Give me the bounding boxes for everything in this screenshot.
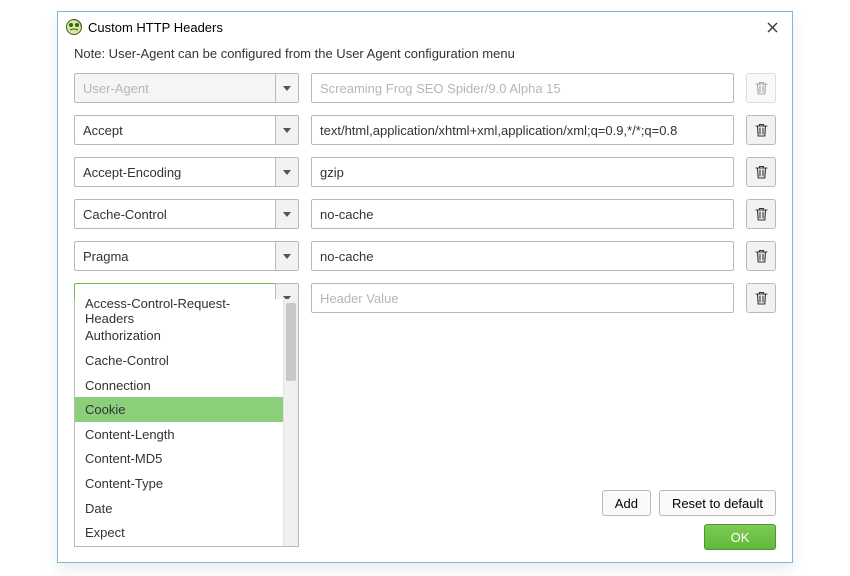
close-button[interactable] xyxy=(760,15,784,39)
ok-button[interactable]: OK xyxy=(704,524,776,550)
dropdown-option[interactable]: Content-MD5 xyxy=(75,447,283,472)
header-name-dropdown-button[interactable] xyxy=(275,157,299,187)
chevron-down-icon xyxy=(283,254,291,259)
header-name-dropdown[interactable]: Access-Control-Request-HeadersAuthorizat… xyxy=(74,299,299,547)
note-text: Note: User-Agent can be configured from … xyxy=(74,46,776,61)
delete-header-button[interactable] xyxy=(746,115,776,145)
add-button[interactable]: Add xyxy=(602,490,651,516)
dropdown-option[interactable]: Cache-Control xyxy=(75,348,283,373)
header-name-dropdown-button[interactable] xyxy=(275,199,299,229)
header-name-combo[interactable] xyxy=(74,157,299,187)
delete-header-button xyxy=(746,73,776,103)
trash-icon xyxy=(755,249,768,263)
dropdown-option[interactable]: Date xyxy=(75,496,283,521)
dropdown-option[interactable]: Access-Control-Request-Headers xyxy=(75,299,283,324)
header-name-combo[interactable] xyxy=(74,115,299,145)
header-name-combo[interactable] xyxy=(74,241,299,271)
header-value-input[interactable] xyxy=(311,283,734,313)
dropdown-option[interactable]: Expect xyxy=(75,520,283,545)
header-row xyxy=(74,157,776,187)
dropdown-option[interactable]: Content-Length xyxy=(75,422,283,447)
header-name-dropdown-button[interactable] xyxy=(275,115,299,145)
dialog-title: Custom HTTP Headers xyxy=(88,20,760,35)
header-row xyxy=(74,115,776,145)
dropdown-option[interactable]: Authorization xyxy=(75,324,283,349)
trash-icon xyxy=(755,81,768,95)
chevron-down-icon xyxy=(283,86,291,91)
header-name-input[interactable] xyxy=(74,157,275,187)
trash-icon xyxy=(755,291,768,305)
dropdown-option[interactable]: Cookie xyxy=(75,397,283,422)
chevron-down-icon xyxy=(283,170,291,175)
header-name-input[interactable] xyxy=(74,241,275,271)
header-value-input[interactable] xyxy=(311,115,734,145)
delete-header-button[interactable] xyxy=(746,283,776,313)
header-name-combo[interactable] xyxy=(74,199,299,229)
header-row xyxy=(74,199,776,229)
header-name-input[interactable] xyxy=(74,199,275,229)
header-value-input[interactable] xyxy=(311,241,734,271)
delete-header-button[interactable] xyxy=(746,199,776,229)
header-name-input[interactable] xyxy=(74,115,275,145)
header-name-dropdown-button xyxy=(275,73,299,103)
header-name-dropdown-button[interactable] xyxy=(275,241,299,271)
dialog-window: Custom HTTP Headers Note: User-Agent can… xyxy=(57,11,793,563)
header-value-input[interactable] xyxy=(311,157,734,187)
header-name-combo xyxy=(74,73,299,103)
scrollbar-thumb[interactable] xyxy=(286,303,296,381)
reset-default-button[interactable]: Reset to default xyxy=(659,490,776,516)
chevron-down-icon xyxy=(283,212,291,217)
delete-header-button[interactable] xyxy=(746,241,776,271)
header-row xyxy=(74,73,776,103)
header-name-input xyxy=(74,73,275,103)
close-icon xyxy=(767,22,778,33)
dialog-content: Note: User-Agent can be configured from … xyxy=(58,46,792,341)
titlebar: Custom HTTP Headers xyxy=(58,12,792,42)
dialog-footer: Add Reset to default OK xyxy=(602,490,776,550)
dropdown-option[interactable]: Connection xyxy=(75,373,283,398)
header-value-input xyxy=(311,73,734,103)
trash-icon xyxy=(755,165,768,179)
app-icon xyxy=(66,19,82,35)
trash-icon xyxy=(755,123,768,137)
dropdown-scrollbar[interactable] xyxy=(283,299,298,546)
chevron-down-icon xyxy=(283,128,291,133)
delete-header-button[interactable] xyxy=(746,157,776,187)
trash-icon xyxy=(755,207,768,221)
header-row xyxy=(74,241,776,271)
header-value-input[interactable] xyxy=(311,199,734,229)
dropdown-option[interactable]: Content-Type xyxy=(75,471,283,496)
